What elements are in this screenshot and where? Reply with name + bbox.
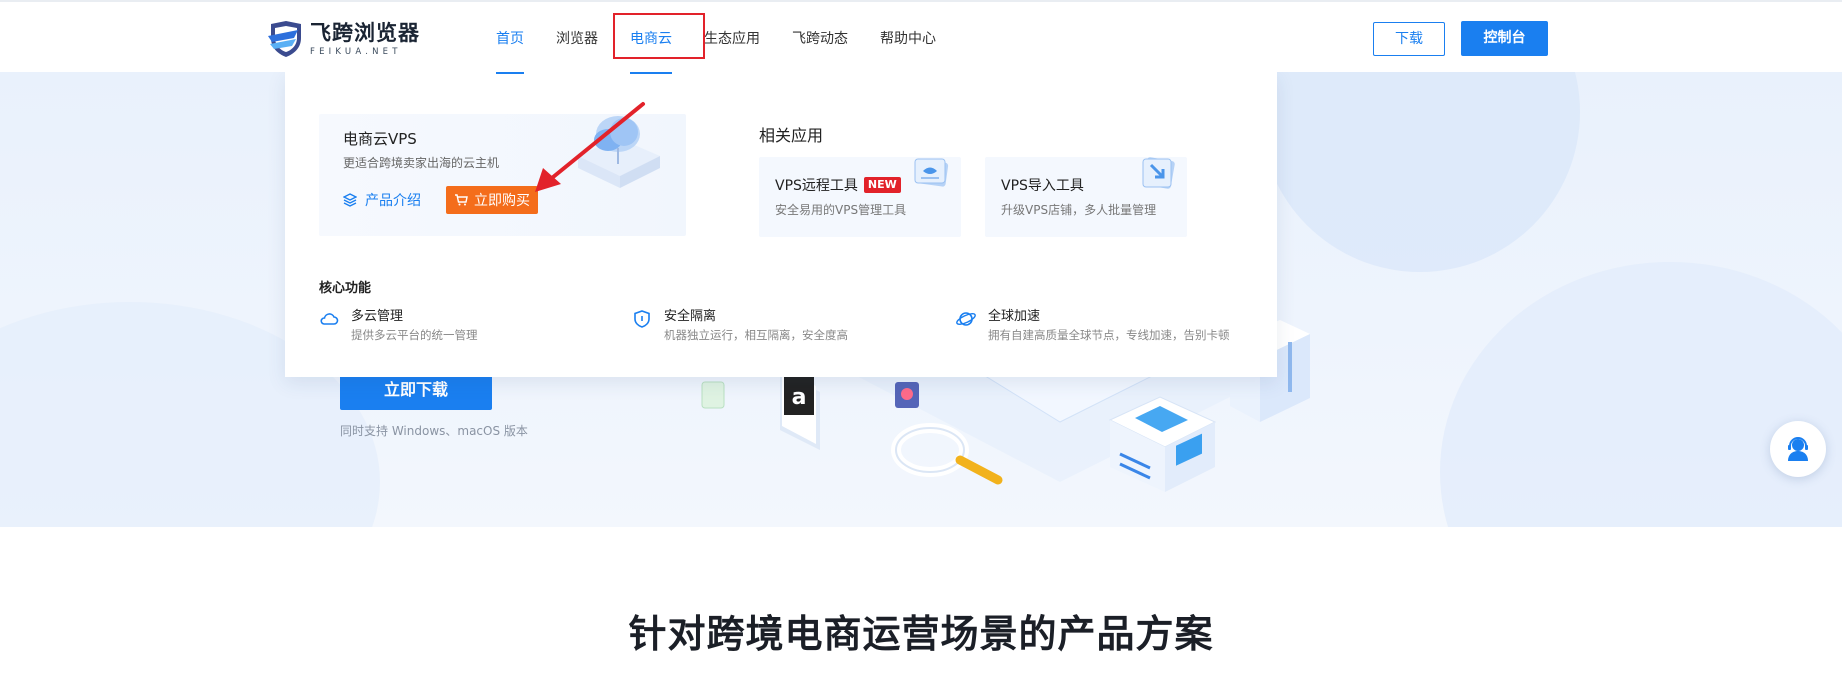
- layers-icon: [343, 193, 357, 207]
- feature-title: 全球加速: [988, 309, 1041, 324]
- hero-bg-circle: [1440, 262, 1842, 527]
- section-title: 针对跨境电商运营场景的产品方案: [628, 612, 1214, 656]
- new-badge: NEW: [863, 177, 901, 193]
- feature-global-acceleration: 全球加速 拥有自建高质量全球节点，专线加速，告别卡顿: [956, 308, 1230, 344]
- brand-logo[interactable]: 飞跨浏览器 FEIKUA.NET: [268, 20, 420, 58]
- brand-name-cn: 飞跨浏览器: [310, 20, 420, 45]
- app-title-vps-import-tool: VPS导入工具: [1001, 175, 1084, 195]
- app-desc-vps-remote-tool: 安全易用的VPS管理工具: [775, 203, 907, 217]
- app-card-vps-import-tool[interactable]: VPS导入工具 升级VPS店铺，多人批量管理: [985, 157, 1187, 237]
- app-title-vps-remote-tool: VPS远程工具 NEW: [775, 175, 901, 195]
- feature-desc: 提供多云平台的统一管理: [351, 328, 478, 342]
- brand-shield-icon: [268, 21, 301, 57]
- cart-icon: [455, 194, 468, 206]
- cloud-icon: [320, 313, 339, 325]
- import-tool-icon: [1142, 157, 1175, 189]
- vps-title: 电商云VPS: [343, 130, 417, 148]
- page: a 立即下载 同时支持 Windows、macOS 版本 飞跨浏览器 FEIKU…: [0, 0, 1842, 691]
- feature-title: 安全隔离: [664, 309, 717, 324]
- nav-item-browser[interactable]: 浏览器: [540, 2, 614, 74]
- ecommerce-cloud-dropdown: 电商云VPS 更适合跨境卖家出海的云主机 产品介绍 立即购买 相关应用 VPS远…: [285, 72, 1277, 377]
- buy-now-button[interactable]: 立即购买: [446, 186, 538, 214]
- nav-item-help-center[interactable]: 帮助中心: [864, 2, 952, 74]
- cloud-server-illustration: [578, 116, 660, 188]
- nav-item-home[interactable]: 首页: [480, 2, 540, 74]
- feature-multi-cloud: 多云管理 提供多云平台的统一管理: [319, 308, 478, 344]
- app-card-vps-remote-tool[interactable]: VPS远程工具 NEW 安全易用的VPS管理工具: [759, 157, 961, 237]
- amazon-icon: a: [780, 368, 820, 450]
- remote-tool-icon: [914, 158, 949, 187]
- nav-item-ecosystem-apps[interactable]: 生态应用: [688, 2, 776, 74]
- feature-desc: 拥有自建高质量全球节点，专线加速，告别卡顿: [988, 328, 1230, 342]
- vps-description: 更适合跨境卖家出海的云主机: [343, 156, 500, 170]
- customer-support-button[interactable]: [1770, 421, 1826, 477]
- shield-icon: [634, 310, 650, 328]
- feature-title: 多云管理: [351, 309, 404, 324]
- globe-icon: [956, 312, 976, 326]
- related-apps-title: 相关应用: [759, 126, 824, 145]
- product-intro-label: 产品介绍: [365, 193, 421, 209]
- core-features-title: 核心功能: [319, 281, 372, 296]
- main-nav: 首页 浏览器 电商云 生态应用 飞跨动态 帮助中心: [480, 2, 952, 74]
- vps-product-card: 电商云VPS 更适合跨境卖家出海的云主机 产品介绍 立即购买: [319, 114, 686, 236]
- feature-desc: 机器独立运行，相互隔离，安全度高: [664, 328, 848, 342]
- nav-item-news[interactable]: 飞跨动态: [776, 2, 864, 74]
- download-button[interactable]: 下载: [1373, 22, 1445, 56]
- brand-name-en: FEIKUA.NET: [310, 46, 402, 57]
- app-title-text: VPS导入工具: [1001, 178, 1084, 194]
- top-navbar: 飞跨浏览器 FEIKUA.NET 首页 浏览器 电商云 生态应用 飞跨动态 帮助…: [0, 0, 1842, 74]
- console-button[interactable]: 控制台: [1461, 21, 1548, 56]
- feature-security-isolation: 安全隔离 机器独立运行，相互隔离，安全度高: [632, 308, 848, 344]
- hero-platform-note: 同时支持 Windows、macOS 版本: [340, 424, 528, 438]
- app-title-text: VPS远程工具: [775, 178, 858, 194]
- app-desc-vps-import-tool: 升级VPS店铺，多人批量管理: [1001, 203, 1157, 217]
- svg-text:a: a: [792, 385, 807, 410]
- headset-agent-icon: [1788, 437, 1808, 461]
- product-intro-link[interactable]: 产品介绍: [343, 190, 421, 210]
- brand-wordmark: 飞跨浏览器 FEIKUA.NET: [310, 21, 420, 58]
- buy-now-label: 立即购买: [474, 193, 530, 209]
- nav-item-ecommerce-cloud[interactable]: 电商云: [614, 2, 688, 74]
